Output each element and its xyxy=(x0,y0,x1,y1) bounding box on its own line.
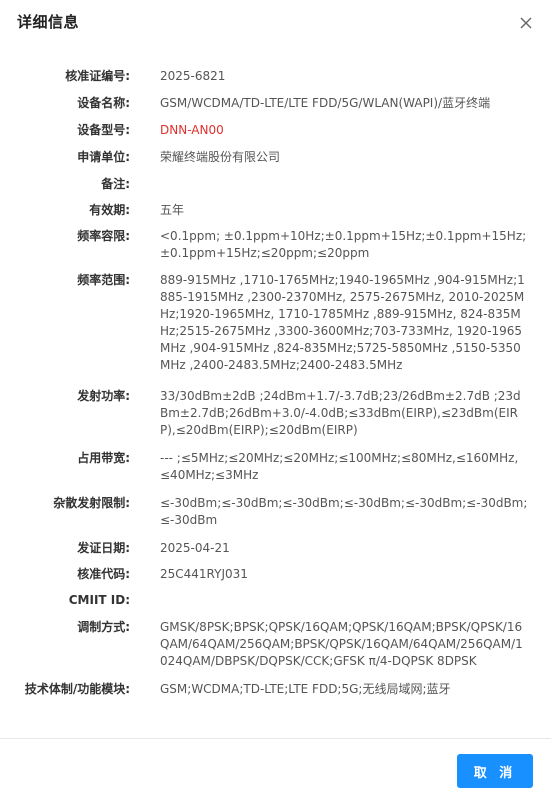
cancel-button[interactable]: 取 消 xyxy=(457,754,533,788)
field-label: 占用带宽: xyxy=(77,451,130,465)
field-label: 备注: xyxy=(101,177,130,191)
field-value: <0.1ppm; ±0.1ppm+10Hz;±0.1ppm+15Hz;±0.1p… xyxy=(160,229,527,260)
field-value: GSM;WCDMA;TD-LTE;LTE FDD;5G;无线局域网;蓝牙 xyxy=(160,682,451,696)
field-value: 2025-04-21 xyxy=(160,541,230,555)
field-label: 设备名称: xyxy=(77,96,130,110)
field-label: 核准代码: xyxy=(77,567,130,581)
close-button[interactable] xyxy=(515,12,537,34)
field-value: 荣耀终端股份有限公司 xyxy=(160,150,281,164)
field-value: ≤-30dBm;≤-30dBm;≤-30dBm;≤-30dBm;≤-30dBm;… xyxy=(160,496,528,527)
field-value: 2025-6821 xyxy=(160,69,226,83)
field-label: 申请单位: xyxy=(77,150,130,164)
field-label: 技术体制/功能模块: xyxy=(24,682,130,696)
dialog-header: 详细信息 xyxy=(0,0,551,44)
field-value: 25C441RYJ031 xyxy=(160,567,248,581)
field-label: 杂散发射限制: xyxy=(53,496,130,510)
field-label: 发射功率: xyxy=(77,389,130,403)
close-icon xyxy=(520,17,532,29)
field-label: 设备型号: xyxy=(77,123,130,137)
field-value: GMSK/8PSK;BPSK;QPSK/16QAM;QPSK/16QAM;BPS… xyxy=(160,620,523,668)
dialog-title: 详细信息 xyxy=(17,13,80,31)
footer-divider xyxy=(0,738,551,739)
dialog-body: 核准证编号: 2025-6821 设备名称: GSM/WCDMA/TD-LTE/… xyxy=(0,44,551,738)
field-label: 发证日期: xyxy=(77,541,130,555)
field-value: 889-915MHz ,1710-1765MHz;1940-1965MHz ,9… xyxy=(160,273,525,372)
field-value: 33/30dBm±2dB ;24dBm+1.7/-3.7dB;23/26dBm±… xyxy=(160,389,521,437)
field-label: 频率范围: xyxy=(77,273,130,287)
field-label: 有效期: xyxy=(89,203,130,217)
field-value: GSM/WCDMA/TD-LTE/LTE FDD/5G/WLAN(WAPI)/蓝… xyxy=(160,96,491,110)
details-dialog: 详细信息 核准证编号: 2025-6821 设备名称: GSM/WCDMA/TD… xyxy=(0,0,551,800)
field-label: 调制方式: xyxy=(77,620,130,634)
field-label: 频率容限: xyxy=(77,229,130,243)
field-label: 核准证编号: xyxy=(65,69,130,83)
field-value: DNN-AN00 xyxy=(160,123,224,137)
field-label: CMIIT ID: xyxy=(68,593,130,607)
field-value: --- ;≤5MHz;≤20MHz;≤20MHz;≤100MHz;≤80MHz,… xyxy=(160,451,519,482)
field-value: 五年 xyxy=(160,203,185,217)
